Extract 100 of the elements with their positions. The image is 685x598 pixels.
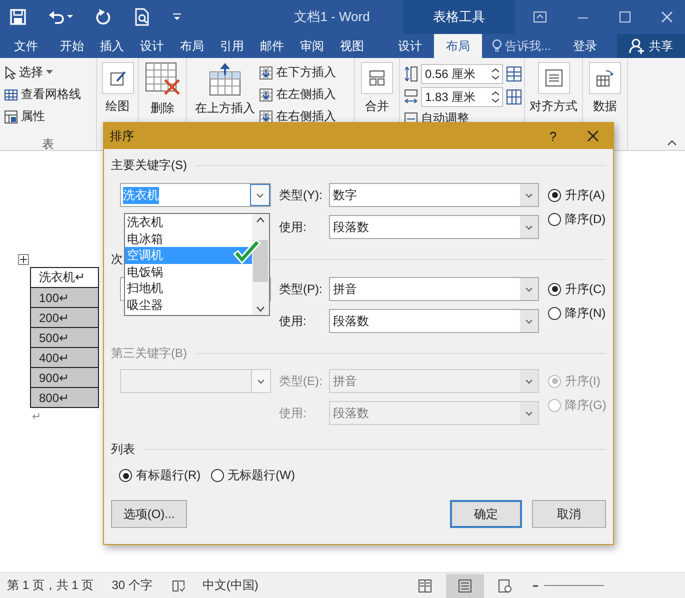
data-icon — [596, 69, 614, 87]
help-button[interactable]: ? — [533, 128, 573, 144]
radio-option[interactable]: 降序(D) — [539, 210, 609, 228]
field-label: 类型(P): — [278, 280, 324, 298]
spin-field[interactable]: 1.83 厘米 — [421, 87, 503, 107]
tell-me-field[interactable]: 告诉我... — [482, 34, 564, 58]
section-label: 次 — [111, 250, 123, 268]
ribbon-command[interactable]: 在左侧插入 — [259, 86, 336, 103]
group-label: 表 — [42, 136, 54, 153]
ribbon-tab[interactable]: 设计 — [132, 34, 172, 58]
window-title: 文档1 - Word — [293, 8, 371, 26]
section-label: 主要关键字(S) — [111, 156, 187, 174]
table-cell: 洗衣机↵ — [30, 268, 98, 288]
ribbon-display-icon[interactable] — [533, 11, 547, 23]
dialog-button[interactable]: 选项(O)... — [111, 500, 187, 528]
cursor-icon — [4, 66, 16, 80]
table-cell: 800↵ — [30, 388, 98, 408]
language-indicator[interactable]: 中文(中国) — [202, 577, 258, 594]
radio-option[interactable]: 有标题行(R) — [111, 467, 201, 484]
context-tab-group: 表格工具 — [403, 0, 515, 34]
lightbulb-icon — [492, 39, 502, 53]
list-item[interactable]: 洗衣机 — [125, 214, 252, 230]
ribbon-tab[interactable]: 文件 — [0, 34, 52, 58]
print-view-icon — [458, 578, 472, 592]
insert-cells-icon — [259, 110, 273, 124]
list-item[interactable]: 吸尘器 — [125, 296, 252, 313]
radio-option[interactable]: 降序(N) — [539, 304, 609, 322]
table-cell: 500↵ — [30, 328, 98, 348]
table-cell: 900↵ — [30, 368, 98, 388]
customize-caret-icon[interactable] — [172, 12, 182, 22]
list-item[interactable]: 电饭锅 — [125, 264, 252, 280]
merge-cells-icon — [368, 69, 386, 87]
ribbon-tab[interactable]: 视图 — [332, 34, 372, 58]
dialog-title: 排序 — [110, 128, 135, 144]
type-dropdown[interactable]: 拼音 — [329, 277, 539, 301]
ribbon-tab[interactable]: 开始 — [52, 34, 92, 58]
person-add-icon — [629, 38, 645, 54]
move-handle-icon[interactable] — [18, 254, 29, 265]
web-view-icon — [498, 578, 512, 592]
ribbon-command[interactable]: 属性 — [4, 108, 81, 125]
ribbon-command[interactable]: 查看网格线 — [4, 86, 81, 103]
ribbon-tab[interactable]: 布局 — [434, 34, 482, 58]
print-preview-icon[interactable] — [134, 8, 150, 26]
table-cell: 100↵ — [30, 288, 98, 308]
read-view-icon — [418, 578, 432, 592]
ribbon-button[interactable]: 数据 — [585, 62, 625, 150]
field-label: 使用: — [278, 218, 308, 236]
ribbon-tab[interactable]: 设计 — [386, 34, 434, 58]
spinner-arrows-icon — [492, 68, 499, 80]
section-label: 列表 — [111, 440, 135, 458]
ribbon-button[interactable]: 在上方插入 — [191, 62, 259, 150]
undo-icon[interactable] — [48, 9, 74, 25]
field-label: 类型(E): — [278, 372, 324, 390]
proofing-book-icon[interactable] — [172, 579, 186, 592]
checkmark-icon — [232, 239, 262, 265]
ribbon-tab[interactable]: 审阅 — [292, 34, 332, 58]
list-item[interactable]: 扫地机 — [125, 280, 252, 296]
ribbon-button[interactable]: 删除 — [140, 62, 184, 150]
properties-icon — [4, 110, 18, 124]
sign-in-link[interactable]: 登录 — [563, 34, 608, 58]
maximize-icon[interactable] — [619, 11, 631, 23]
distribute-columns-icon[interactable] — [506, 89, 522, 105]
close-icon[interactable] — [587, 130, 599, 142]
type-dropdown[interactable]: 数字 — [329, 183, 539, 207]
ribbon-button[interactable]: 合并 — [357, 62, 397, 150]
table-delete-icon — [144, 62, 180, 96]
view-button[interactable] — [446, 574, 484, 598]
scroll-up-icon[interactable] — [256, 217, 265, 223]
row-height-icon — [404, 65, 418, 83]
using-dropdown[interactable]: 段落数 — [329, 215, 539, 239]
redo-icon[interactable] — [96, 9, 112, 25]
ribbon-tab[interactable]: 邮件 — [252, 34, 292, 58]
radio-option[interactable]: 升序(C) — [539, 280, 609, 298]
collapse-ribbon-icon[interactable] — [667, 140, 677, 146]
field-label: 类型(Y): — [278, 186, 324, 204]
scrollbar[interactable] — [252, 214, 269, 315]
ribbon-tab[interactable]: 插入 — [92, 34, 132, 58]
share-button[interactable]: 共享 — [617, 34, 685, 58]
page-count: 第 1 页，共 1 页 — [7, 577, 94, 594]
insert-row-above-icon — [209, 62, 241, 96]
field-label: 使用: — [278, 404, 308, 422]
spinner-arrows-icon — [492, 91, 499, 103]
dialog-button[interactable]: 确定 — [450, 500, 522, 528]
radio-option[interactable]: 无标题行(W) — [202, 467, 295, 484]
radio-option[interactable]: 升序(A) — [539, 186, 609, 204]
paragraph-mark: ↵ — [31, 410, 42, 423]
dialog-button[interactable]: 取消 — [532, 500, 606, 528]
ribbon-command[interactable]: 在下方插入 — [259, 64, 336, 81]
insert-cells-icon — [259, 66, 273, 80]
using-dropdown[interactable]: 段落数 — [329, 309, 539, 333]
ribbon-tab[interactable]: 布局 — [172, 34, 212, 58]
list-item[interactable]: 电冰箱 — [125, 230, 252, 247]
field-label: 使用: — [278, 312, 308, 330]
ribbon-tab[interactable]: 引用 — [212, 34, 252, 58]
save-icon[interactable] — [10, 9, 26, 25]
ribbon-command[interactable]: 选择 — [4, 64, 81, 81]
scroll-down-icon[interactable] — [256, 306, 265, 312]
spin-field[interactable]: 0.56 厘米 — [421, 64, 503, 84]
distribute-rows-icon[interactable] — [506, 66, 522, 82]
pencil-icon — [108, 69, 126, 87]
